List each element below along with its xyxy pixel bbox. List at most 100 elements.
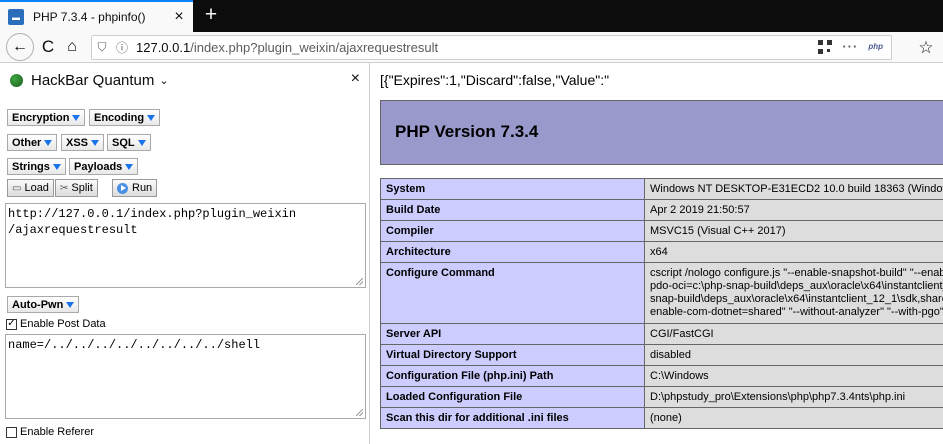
reload-button[interactable]: C bbox=[36, 35, 60, 59]
php-extension-icon[interactable]: php bbox=[868, 42, 883, 51]
table-row: Compiler MSVC15 (Visual C++ 2017) bbox=[380, 220, 943, 242]
table-row: Configure Command cscript /nologo config… bbox=[380, 262, 943, 324]
enable-referer-label: Enable Referer bbox=[20, 426, 94, 438]
info-key: Virtual Directory Support bbox=[380, 344, 645, 366]
url-textarea[interactable]: http://127.0.0.1/index.php?plugin_weixin… bbox=[5, 203, 366, 288]
qr-code-icon[interactable] bbox=[818, 39, 833, 54]
site-info-icon[interactable]: ⓘ bbox=[112, 39, 132, 56]
resize-grip-icon[interactable] bbox=[356, 278, 363, 285]
dropdown-arrow-icon bbox=[125, 163, 134, 170]
table-row: Scan this dir for additional .ini files(… bbox=[380, 407, 943, 429]
configure-command-line: pdo-oci=c:\php-snap-build\deps_aux\oracl… bbox=[650, 280, 943, 292]
info-key: Configuration File (php.ini) Path bbox=[380, 365, 645, 387]
configure-command-line: enable-com-dotnet=shared" "--without-ana… bbox=[650, 306, 943, 318]
payloads-menu-button[interactable]: Payloads bbox=[69, 158, 139, 175]
tab-title: PHP 7.3.4 - phpinfo() bbox=[33, 10, 146, 24]
enable-referer-checkbox[interactable]: Enable Referer bbox=[6, 426, 94, 438]
enable-post-data-label: Enable Post Data bbox=[20, 318, 106, 330]
sql-label: SQL bbox=[112, 136, 135, 149]
home-button[interactable]: ⌂ bbox=[60, 35, 84, 59]
new-tab-button[interactable]: + bbox=[198, 2, 224, 30]
run-label: Run bbox=[132, 182, 153, 194]
info-value: Windows NT DESKTOP-E31ECD2 10.0 build 18… bbox=[644, 178, 943, 200]
info-value: CGI/FastCGI bbox=[644, 323, 943, 345]
encoding-menu-button[interactable]: Encoding bbox=[89, 109, 161, 126]
enable-post-data-checkbox[interactable]: ✓ Enable Post Data bbox=[6, 318, 106, 330]
configure-command-line: snap-build\deps_aux\oracle\x64\instantcl… bbox=[650, 293, 943, 305]
info-value-multiline: cscript /nologo configure.js "--enable-s… bbox=[644, 262, 943, 324]
info-value: Apr 2 2019 21:50:57 bbox=[644, 199, 943, 221]
navigation-toolbar: ← C ⌂ ⛉ ⓘ 127.0.0.1/index.php?plugin_wei… bbox=[0, 32, 943, 63]
info-value: x64 bbox=[644, 241, 943, 263]
other-label: Other bbox=[12, 136, 42, 149]
close-tab-icon[interactable]: × bbox=[169, 8, 189, 26]
dropdown-arrow-icon bbox=[44, 139, 53, 146]
dropdown-arrow-icon bbox=[72, 114, 81, 121]
auto-pwn-label: Auto-Pwn bbox=[12, 298, 64, 311]
dropdown-arrow-icon bbox=[91, 139, 100, 146]
post-data-value: name=/../../../../../../../../shell bbox=[8, 338, 261, 352]
xss-menu-button[interactable]: XSS bbox=[61, 134, 105, 151]
encryption-label: Encryption bbox=[12, 111, 70, 124]
xss-label: XSS bbox=[66, 136, 89, 149]
php-favicon-icon: ▬ bbox=[8, 9, 24, 25]
info-value: C:\Windows bbox=[644, 365, 943, 387]
dropdown-arrow-icon bbox=[147, 114, 156, 121]
info-key: Server API bbox=[380, 323, 645, 345]
url-bar[interactable]: ⛉ ⓘ 127.0.0.1/index.php?plugin_weixin/aj… bbox=[91, 35, 892, 60]
table-row: Loaded Configuration File D:\phpstudy_pro… bbox=[380, 386, 943, 408]
info-key: Configure Command bbox=[380, 262, 645, 324]
hackbar-sidebar: HackBar Quantum ⌄ × Encryption Encoding … bbox=[0, 63, 370, 444]
table-row: Virtual Directory Support disabled bbox=[380, 344, 943, 366]
table-row: Server API CGI/FastCGI bbox=[380, 323, 943, 345]
info-key: Scan this dir for additional .ini files bbox=[380, 407, 645, 429]
table-row: Architecture x64 bbox=[380, 241, 943, 263]
checkbox-checked-icon[interactable]: ✓ bbox=[6, 318, 17, 330]
split-url-button[interactable]: ✂ Split bbox=[55, 179, 98, 197]
sql-menu-button[interactable]: SQL bbox=[107, 134, 151, 151]
page-content: [{"Expires":1,"Discard":false,"Value":" … bbox=[371, 63, 943, 444]
raw-response-text: [{"Expires":1,"Discard":false,"Value":" bbox=[380, 72, 610, 88]
table-row: Build Date Apr 2 2019 21:50:57 bbox=[380, 199, 943, 221]
checkbox-unchecked-icon[interactable] bbox=[6, 426, 17, 438]
other-menu-button[interactable]: Other bbox=[7, 134, 58, 151]
bookmark-star-icon[interactable]: ☆ bbox=[915, 37, 937, 59]
sidebar-switcher-chevron-icon[interactable]: ⌄ bbox=[159, 74, 168, 87]
info-value: disabled bbox=[644, 344, 943, 366]
run-button[interactable]: Run bbox=[112, 179, 158, 197]
dropdown-arrow-icon bbox=[52, 163, 61, 170]
encoding-label: Encoding bbox=[94, 111, 145, 124]
sidebar-title[interactable]: HackBar Quantum bbox=[31, 72, 154, 89]
payloads-label: Payloads bbox=[74, 160, 123, 173]
dropdown-arrow-icon bbox=[66, 301, 75, 308]
phpinfo-table: System Windows NT DESKTOP-E31ECD2 10.0 bu… bbox=[380, 178, 943, 429]
hackbar-logo-icon bbox=[10, 73, 23, 87]
strings-menu-button[interactable]: Strings bbox=[7, 158, 66, 175]
url-text[interactable]: 127.0.0.1/index.php?plugin_weixin/ajaxre… bbox=[136, 40, 438, 55]
page-actions-icon[interactable]: ··· bbox=[842, 39, 858, 54]
tab-strip: ▬ PHP 7.3.4 - phpinfo() × + bbox=[0, 0, 943, 32]
url-host: 127.0.0.1 bbox=[136, 40, 191, 55]
info-value: (none) bbox=[644, 407, 943, 429]
auto-pwn-menu-button[interactable]: Auto-Pwn bbox=[7, 296, 80, 313]
encryption-menu-button[interactable]: Encryption bbox=[7, 109, 86, 126]
sidebar-header: HackBar Quantum ⌄ × bbox=[0, 63, 370, 97]
url-path: /index.php?plugin_weixin/ajaxrequestresu… bbox=[190, 40, 439, 55]
split-icon: ✂ bbox=[60, 182, 69, 194]
load-icon: ▭ bbox=[12, 182, 22, 194]
info-value: MSVC15 (Visual C++ 2017) bbox=[644, 220, 943, 242]
strings-label: Strings bbox=[12, 160, 50, 173]
post-data-textarea[interactable]: name=/../../../../../../../../shell bbox=[5, 334, 366, 419]
load-url-button[interactable]: ▭ Load bbox=[7, 179, 54, 197]
info-key: Architecture bbox=[380, 241, 645, 263]
tab-phpinfo[interactable]: ▬ PHP 7.3.4 - phpinfo() × bbox=[0, 0, 193, 32]
resize-grip-icon[interactable] bbox=[356, 409, 363, 416]
info-key: Build Date bbox=[380, 199, 645, 221]
tracking-shield-icon[interactable]: ⛉ bbox=[92, 40, 112, 55]
info-value: D:\phpstudy_pro\Extensions\php\php7.3.4n… bbox=[644, 386, 943, 408]
php-version-header: PHP Version 7.3.4 bbox=[380, 100, 943, 165]
back-button[interactable]: ← bbox=[6, 33, 34, 61]
php-version-heading: PHP Version 7.3.4 bbox=[395, 122, 539, 141]
sidebar-close-icon[interactable]: × bbox=[351, 70, 360, 88]
url-bar-actions: ··· php bbox=[818, 39, 883, 54]
